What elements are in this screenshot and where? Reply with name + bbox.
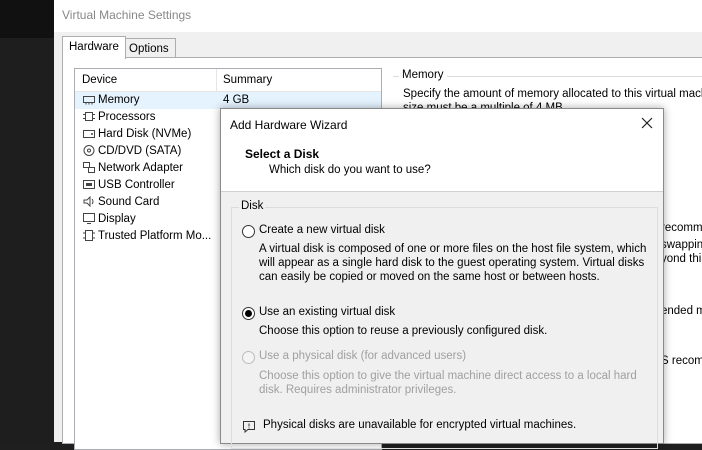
device-list-header: Device Summary xyxy=(75,69,381,92)
info-message-text: Physical disks are unavailable for encry… xyxy=(263,419,577,431)
wizard-step-title: Select a Disk xyxy=(245,147,320,161)
device-name: Network Adapter xyxy=(98,162,184,174)
info-icon xyxy=(243,421,255,433)
sound-card-icon xyxy=(83,196,94,207)
wizard-title: Add Hardware Wizard xyxy=(230,118,348,132)
add-hardware-wizard: Add Hardware Wizard Select a Disk Which … xyxy=(220,108,664,449)
device-name: Trusted Platform Mo... xyxy=(98,230,212,242)
option-description: Choose this option to reuse a previously… xyxy=(259,325,548,337)
wizard-header: Select a Disk Which disk do you want to … xyxy=(221,139,663,192)
memory-hidden-text: swappin xyxy=(661,239,702,251)
disk-group: Disk Create a new virtual disk A virtual… xyxy=(231,200,658,449)
device-name: CD/DVD (SATA) xyxy=(98,145,182,157)
device-name: Hard Disk (NVMe) xyxy=(98,128,192,140)
column-header-device[interactable]: Device xyxy=(82,74,117,86)
display-icon xyxy=(83,213,95,224)
processor-icon xyxy=(83,112,95,121)
usb-controller-icon xyxy=(83,180,95,189)
close-icon[interactable] xyxy=(639,115,655,131)
option-description: Choose this option to give the virtual m… xyxy=(259,370,637,396)
device-name: Sound Card xyxy=(98,196,160,208)
device-row-memory[interactable]: Memory 4 GB xyxy=(75,92,381,109)
radio-create-new-disk[interactable] xyxy=(242,225,255,238)
cd-dvd-icon xyxy=(83,145,95,156)
tab-hardware[interactable]: Hardware xyxy=(62,36,126,59)
memory-hidden-text: recomm xyxy=(661,222,702,234)
device-summary: 4 GB xyxy=(223,94,250,106)
memory-description-line: Specify the amount of memory allocated t… xyxy=(403,88,702,100)
radio-use-physical-disk xyxy=(242,351,255,364)
wizard-step-subtitle: Which disk do you want to use? xyxy=(269,164,431,176)
option-label[interactable]: Use an existing virtual disk xyxy=(259,306,395,318)
memory-icon xyxy=(83,96,95,105)
network-adapter-icon xyxy=(83,162,95,173)
option-description: A virtual disk is composed of one or mor… xyxy=(259,243,647,283)
window-title: Virtual Machine Settings xyxy=(62,8,192,22)
wizard-titlebar[interactable]: Add Hardware Wizard xyxy=(221,109,663,139)
tpm-icon xyxy=(83,230,95,241)
memory-hidden-text: yond thi xyxy=(661,253,702,265)
device-name: Processors xyxy=(98,111,156,123)
device-name: Memory xyxy=(98,94,140,106)
memory-group-title: Memory xyxy=(399,69,447,81)
memory-hidden-text: S recomm xyxy=(661,355,702,367)
vm-settings-titlebar: Virtual Machine Settings xyxy=(54,0,702,32)
device-name: USB Controller xyxy=(98,179,175,191)
device-name: Display xyxy=(98,213,136,225)
tab-options[interactable]: Options xyxy=(122,38,176,59)
column-header-summary[interactable]: Summary xyxy=(223,74,272,86)
option-label: Use a physical disk (for advanced users) xyxy=(259,350,467,362)
memory-hidden-text: ended m xyxy=(661,305,702,317)
background-app-titlebar xyxy=(0,0,54,38)
disk-group-label: Disk xyxy=(239,200,266,212)
background-app-strip xyxy=(0,0,54,442)
option-label[interactable]: Create a new virtual disk xyxy=(259,224,385,236)
radio-use-existing-disk[interactable] xyxy=(242,307,255,320)
hard-disk-icon xyxy=(83,130,95,138)
column-separator[interactable] xyxy=(216,69,217,91)
wizard-body: Disk Create a new virtual disk A virtual… xyxy=(221,192,663,449)
